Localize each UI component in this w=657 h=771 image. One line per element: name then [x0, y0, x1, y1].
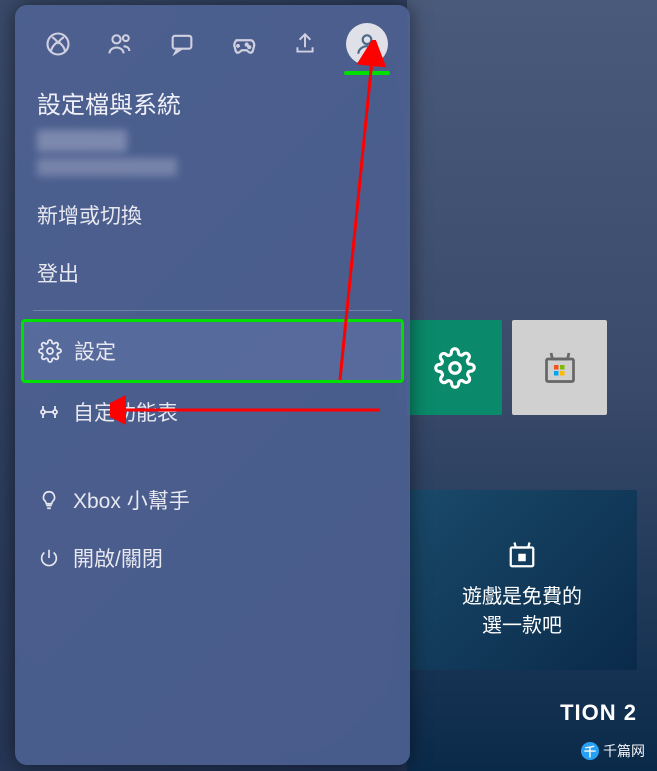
dashboard-background: 遊戲是免費的 選一款吧 TION 2 [407, 0, 657, 771]
tab-games[interactable] [222, 23, 264, 65]
controller-icon [228, 29, 258, 59]
menu-label: 設定 [74, 336, 116, 366]
watermark-text: 千篇网 [603, 741, 645, 761]
profile-icon [354, 31, 380, 57]
power-icon [37, 546, 61, 570]
profile-name-blurred [37, 130, 127, 152]
tab-people[interactable] [99, 23, 141, 65]
share-icon [292, 31, 318, 57]
tab-home[interactable] [37, 23, 79, 65]
panel-title: 設定檔與系統 [15, 79, 410, 124]
watermark-logo-icon: 千 [581, 742, 599, 760]
xbox-icon [44, 30, 72, 58]
menu-settings[interactable]: 設定 [21, 319, 404, 383]
settings-tile[interactable] [407, 320, 502, 415]
tab-chat[interactable] [161, 23, 203, 65]
menu-power[interactable]: 開啟/關閉 [15, 529, 410, 587]
store-bag-icon [507, 540, 537, 570]
menu-label: 登出 [37, 258, 79, 288]
guide-tab-row [15, 15, 410, 79]
gear-icon [434, 347, 476, 389]
menu-sign-out[interactable]: 登出 [15, 244, 410, 302]
menu-label: Xbox 小幫手 [73, 485, 190, 515]
promo-banner-tile[interactable]: 遊戲是免費的 選一款吧 [407, 490, 637, 670]
lightbulb-icon [37, 488, 61, 512]
menu-customize[interactable]: 自定功能表 [15, 383, 410, 441]
tab-profile[interactable] [346, 23, 388, 65]
customize-icon [37, 400, 61, 424]
store-tile[interactable] [512, 320, 607, 415]
profile-info[interactable] [15, 124, 410, 186]
divider [33, 310, 392, 311]
gear-icon [38, 339, 62, 363]
menu-label: 開啟/關閉 [73, 543, 163, 573]
banner-line2: 選一款吧 [417, 609, 627, 638]
menu-add-or-switch[interactable]: 新增或切換 [15, 186, 410, 244]
watermark: 千 千篇网 [581, 741, 645, 761]
menu-label: 新增或切換 [37, 200, 142, 230]
tab-share[interactable] [284, 23, 326, 65]
bg-game-title-fragment: TION 2 [560, 700, 637, 726]
chat-icon [168, 30, 196, 58]
banner-line1: 遊戲是免費的 [417, 580, 627, 609]
people-icon [106, 30, 134, 58]
profile-tag-blurred [37, 158, 177, 176]
menu-label: 自定功能表 [73, 397, 178, 427]
store-icon [542, 350, 578, 386]
menu-xbox-assist[interactable]: Xbox 小幫手 [15, 471, 410, 529]
guide-panel: 設定檔與系統 新增或切換 登出 設定 自定功能表 [15, 5, 410, 765]
